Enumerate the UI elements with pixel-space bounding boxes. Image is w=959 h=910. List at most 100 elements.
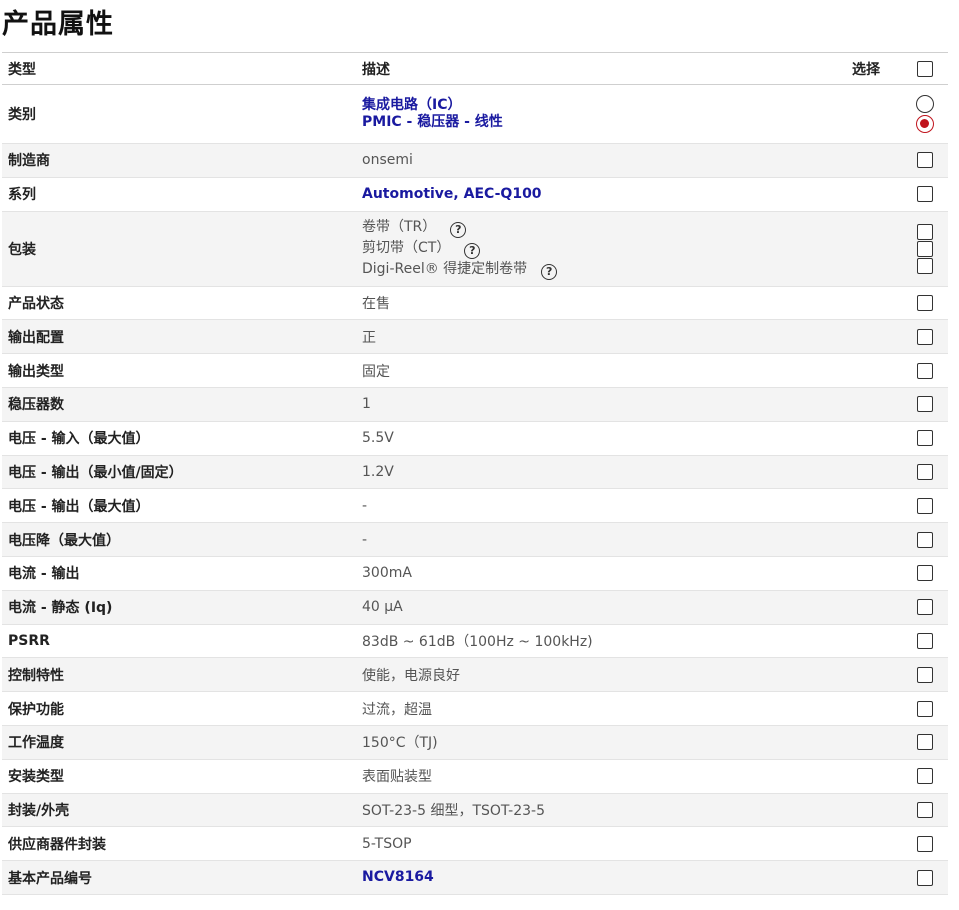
select-all-checkbox[interactable]: [917, 60, 933, 77]
attribute-label: 制造商: [8, 153, 50, 170]
case-checkbox[interactable]: [917, 801, 933, 818]
table-row-vout-max: 电压 - 输出（最大值） -: [2, 489, 948, 523]
attribute-label: 工作温度: [8, 735, 64, 752]
table-row-regulators: 稳压器数 1: [2, 387, 948, 422]
psrr-checkbox[interactable]: [917, 632, 933, 649]
attribute-label: 电压 - 输出（最大值）: [8, 498, 150, 515]
table-row-psrr: PSRR 83dB ~ 61dB（100Hz ~ 100kHz): [2, 624, 948, 658]
attribute-value: 150°C（TJ): [362, 735, 438, 752]
table-row-iq: 电流 - 静态 (Iq) 40 µA: [2, 590, 948, 625]
attribute-label: PSRR: [8, 632, 50, 649]
table-row-status: 产品状态 在售: [2, 286, 948, 320]
question-circle-icon[interactable]: ?: [541, 264, 558, 281]
column-header-type: 类型: [8, 61, 36, 78]
attribute-value: 固定: [362, 363, 390, 380]
question-circle-icon[interactable]: ?: [464, 243, 481, 260]
output-config-checkbox[interactable]: [917, 328, 933, 345]
regulators-checkbox[interactable]: [917, 396, 933, 413]
attribute-value: 1.2V: [362, 463, 394, 480]
attribute-value: 300mA: [362, 565, 412, 582]
question-circle-icon[interactable]: ?: [450, 222, 467, 239]
attribute-value: 5.5V: [362, 430, 394, 447]
attribute-value: 83dB ~ 61dB（100Hz ~ 100kHz): [362, 633, 593, 650]
manufacturer-checkbox[interactable]: [917, 152, 933, 169]
attribute-value: 40 µA: [362, 599, 403, 616]
attribute-label: 产品状态: [8, 295, 64, 312]
attribute-label: 稳压器数: [8, 397, 64, 414]
vin-max-checkbox[interactable]: [917, 430, 933, 447]
dropout-checkbox[interactable]: [917, 531, 933, 548]
attribute-label: 保护功能: [8, 701, 64, 718]
table-row-category: 类别 集成电路（IC） PMIC - 稳压器 - 线性: [2, 85, 948, 144]
table-header-row: 类型 描述 选择: [2, 52, 948, 85]
packaging-digireel-checkbox[interactable]: [917, 257, 933, 274]
attribute-label: 安装类型: [8, 769, 64, 786]
status-checkbox[interactable]: [917, 294, 933, 311]
packaging-tr-label: 卷带（TR）: [362, 219, 437, 236]
table-row-case: 封装/外壳 SOT-23-5 细型，TSOT-23-5: [2, 793, 948, 827]
attribute-label: 包装: [8, 241, 36, 258]
attribute-label: 电压 - 输出（最小值/固定）: [8, 464, 183, 481]
category-ic-link[interactable]: 集成电路（IC）: [362, 97, 896, 114]
attribute-value: SOT-23-5 细型，TSOT-23-5: [362, 802, 545, 819]
temp-checkbox[interactable]: [917, 734, 933, 751]
attribute-value: 1: [362, 396, 371, 413]
protection-checkbox[interactable]: [917, 700, 933, 717]
iq-checkbox[interactable]: [917, 599, 933, 616]
table-row-output-type: 输出类型 固定: [2, 354, 948, 388]
table-row-vout-min: 电压 - 输出（最小值/固定） 1.2V: [2, 455, 948, 489]
attribute-value: onsemi: [362, 152, 413, 169]
base-pn-checkbox[interactable]: [917, 869, 933, 886]
mount-checkbox[interactable]: [917, 768, 933, 785]
attribute-label: 类别: [8, 107, 36, 123]
vout-min-checkbox[interactable]: [917, 463, 933, 480]
attribute-label: 电流 - 输出: [8, 566, 80, 583]
attribute-label: 输出配置: [8, 329, 64, 346]
vout-max-checkbox[interactable]: [917, 497, 933, 514]
table-row-iout: 电流 - 输出 300mA: [2, 556, 948, 591]
packaging-ct-checkbox[interactable]: [917, 240, 933, 257]
category-ic-radio[interactable]: [916, 95, 934, 113]
attribute-value: 使能，电源良好: [362, 667, 460, 684]
attribute-label: 电压 - 输入（最大值）: [8, 431, 150, 448]
packaging-digireel-label: Digi-Reel® 得捷定制卷带: [362, 261, 528, 278]
page-title: 产品属性: [2, 9, 114, 40]
category-pmic-link[interactable]: PMIC - 稳压器 - 线性: [362, 114, 896, 131]
table-row-manufacturer: 制造商 onsemi: [2, 143, 948, 178]
table-row-vin-max: 电压 - 输入（最大值） 5.5V: [2, 421, 948, 456]
attribute-value: 正: [362, 329, 376, 346]
attribute-label: 供应商器件封装: [8, 836, 106, 853]
product-attributes-table: 类型 描述 选择 类别 集成电路（IC） PMIC - 稳压器 - 线性 制造商…: [2, 52, 948, 895]
table-row-output-config: 输出配置 正: [2, 319, 948, 354]
control-checkbox[interactable]: [917, 666, 933, 683]
attribute-value: 表面贴装型: [362, 769, 432, 786]
column-header-select: 选择: [852, 61, 880, 78]
attribute-label: 基本产品编号: [8, 870, 92, 887]
table-row-dropout: 电压降（最大值） -: [2, 522, 948, 557]
series-link[interactable]: Automotive, AEC-Q100: [362, 186, 896, 203]
attribute-label: 系列: [8, 187, 36, 204]
attribute-label: 输出类型: [8, 363, 64, 380]
series-checkbox[interactable]: [917, 186, 933, 203]
attribute-value: -: [362, 497, 368, 514]
category-pmic-radio[interactable]: [916, 115, 934, 133]
attribute-value: -: [362, 531, 368, 548]
table-row-control: 控制特性 使能，电源良好: [2, 657, 948, 692]
table-row-base-pn: 基本产品编号 NCV8164: [2, 860, 948, 895]
table-row-series: 系列 Automotive, AEC-Q100: [2, 177, 948, 212]
packaging-tr-checkbox[interactable]: [917, 223, 933, 240]
attribute-label: 封装/外壳: [8, 802, 70, 819]
packaging-ct-label: 剪切带（CT）: [362, 240, 451, 257]
table-row-supplier-pkg: 供应商器件封装 5-TSOP: [2, 827, 948, 861]
attribute-label: 电压降（最大值）: [8, 532, 120, 549]
attribute-label: 控制特性: [8, 667, 64, 684]
attribute-value: 过流，超温: [362, 701, 432, 718]
attribute-label: 电流 - 静态 (Iq): [8, 600, 113, 617]
output-type-checkbox[interactable]: [917, 362, 933, 379]
table-row-temp: 工作温度 150°C（TJ): [2, 725, 948, 760]
iout-checkbox[interactable]: [917, 565, 933, 582]
table-row-packaging: 包装 卷带（TR）? 剪切带（CT）? Digi-Reel® 得捷定制卷带?: [2, 211, 948, 287]
base-pn-link[interactable]: NCV8164: [362, 869, 896, 886]
column-header-description: 描述: [362, 61, 390, 78]
supplier-pkg-checkbox[interactable]: [917, 835, 933, 852]
